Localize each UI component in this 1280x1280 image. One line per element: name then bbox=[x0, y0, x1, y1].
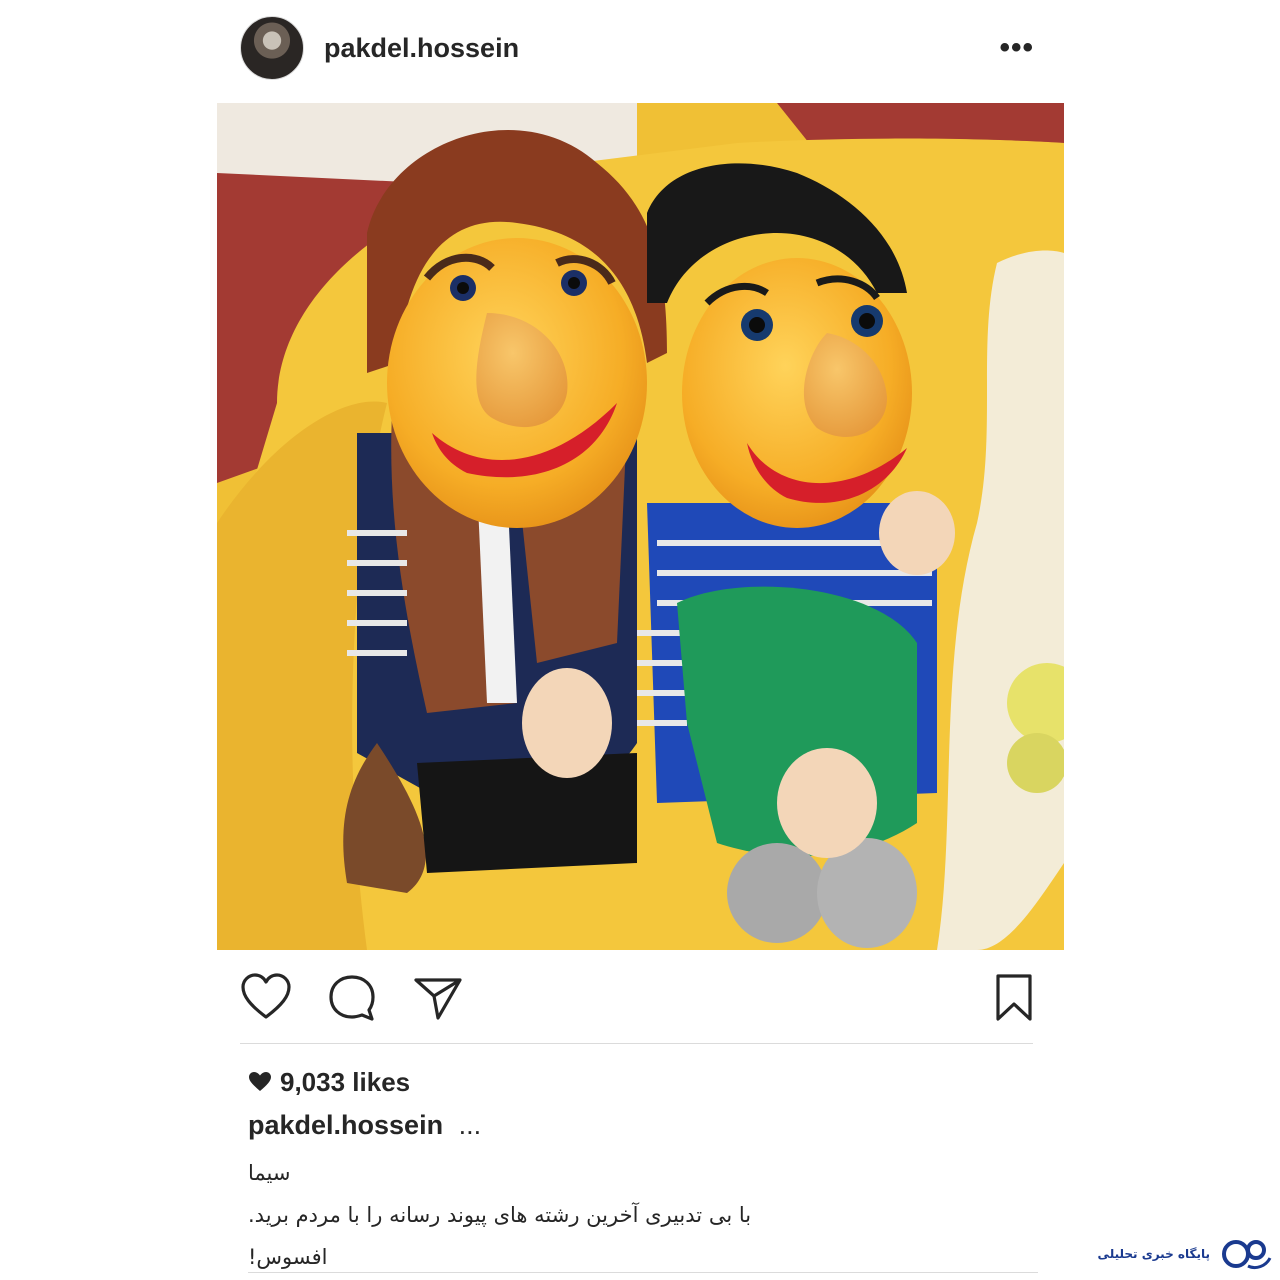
caption-line: سیما bbox=[248, 1161, 291, 1185]
comment-button[interactable] bbox=[326, 972, 378, 1024]
caption-username[interactable]: pakdel.hossein bbox=[248, 1110, 443, 1140]
likes-text: 9,033 likes bbox=[280, 1066, 411, 1097]
watermark-logo bbox=[1222, 1240, 1272, 1270]
post-username[interactable]: pakdel.hossein bbox=[324, 33, 519, 64]
caption-header: pakdel.hossein ... bbox=[248, 1110, 481, 1141]
heart-filled-icon bbox=[248, 1070, 272, 1094]
save-button[interactable] bbox=[988, 972, 1040, 1024]
share-button[interactable] bbox=[412, 972, 464, 1024]
divider bbox=[240, 1043, 1033, 1044]
watermark-text: پایگاه خبری تحلیلی bbox=[1097, 1247, 1210, 1261]
caption-more[interactable]: ... bbox=[459, 1110, 482, 1140]
heart-outline-icon bbox=[241, 973, 291, 1019]
photo-illustration bbox=[217, 103, 1064, 950]
post-header: pakdel.hossein ••• bbox=[240, 16, 1040, 80]
likes-count[interactable]: 9,033 likes bbox=[248, 1063, 410, 1101]
bookmark-icon bbox=[996, 974, 1032, 1021]
caption-body: سیما با بی تدبیری آخرین رشته های پیوند ر… bbox=[248, 1152, 848, 1278]
post-photo[interactable] bbox=[217, 103, 1064, 950]
more-options-icon[interactable]: ••• bbox=[999, 33, 1034, 63]
caption-line: با بی تدبیری آخرین رشته های پیوند رسانه … bbox=[248, 1203, 752, 1227]
action-bar bbox=[240, 972, 1040, 1024]
send-icon bbox=[414, 978, 462, 1020]
avatar[interactable] bbox=[240, 16, 304, 80]
bottom-divider bbox=[248, 1272, 1038, 1273]
like-button[interactable] bbox=[240, 972, 292, 1024]
comment-icon bbox=[329, 975, 375, 1021]
watermark: پایگاه خبری تحلیلی bbox=[1098, 1234, 1272, 1274]
